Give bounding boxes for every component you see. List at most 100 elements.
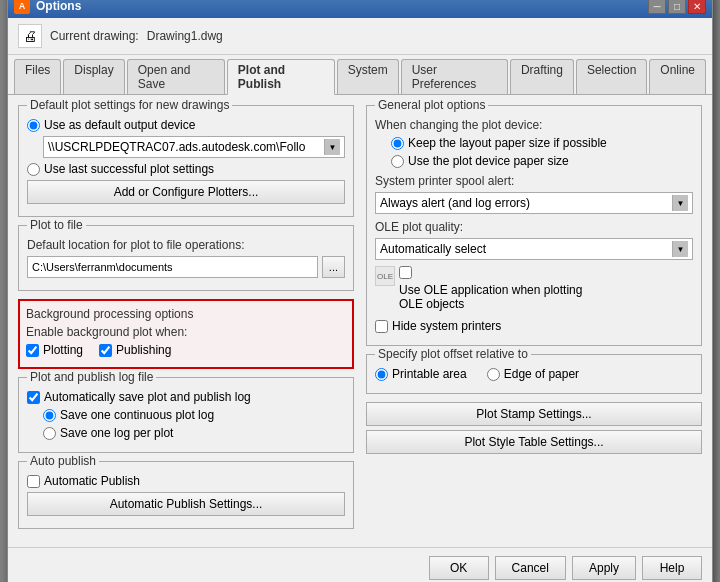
left-panel: Default plot settings for new drawings U… bbox=[18, 105, 354, 537]
plot-to-file-content: Default location for plot to file operat… bbox=[27, 238, 345, 278]
auto-publish-checkbox[interactable] bbox=[27, 475, 40, 488]
title-bar: A Options ─ □ ✕ bbox=[8, 0, 712, 18]
edge-of-paper-row: Edge of paper bbox=[487, 367, 579, 381]
default-location-label: Default location for plot to file operat… bbox=[27, 238, 345, 252]
ole-icon: OLE bbox=[375, 266, 395, 286]
ok-button[interactable]: OK bbox=[429, 556, 489, 580]
use-plot-label: Use the plot device paper size bbox=[408, 154, 569, 168]
general-plot-group: General plot options When changing the p… bbox=[366, 105, 702, 346]
log-file-title: Plot and publish log file bbox=[27, 370, 156, 384]
ole-quality-label: OLE plot quality: bbox=[375, 220, 693, 234]
hide-printers-row: Hide system printers bbox=[375, 319, 693, 333]
ole-quality-arrow: ▼ bbox=[672, 241, 688, 257]
right-buttons: Plot Stamp Settings... Plot Style Table … bbox=[366, 402, 702, 458]
hide-printers-checkbox[interactable] bbox=[375, 320, 388, 333]
title-bar-left: A Options bbox=[14, 0, 81, 14]
edge-of-paper-radio[interactable] bbox=[487, 368, 500, 381]
tab-selection[interactable]: Selection bbox=[576, 59, 647, 94]
general-plot-title: General plot options bbox=[375, 98, 488, 112]
bottom-bar: OK Cancel Apply Help bbox=[8, 547, 712, 582]
use-plot-radio[interactable] bbox=[391, 155, 404, 168]
add-plotters-button[interactable]: Add or Configure Plotters... bbox=[27, 180, 345, 204]
printable-area-row: Printable area bbox=[375, 367, 467, 381]
device-dropdown-arrow: ▼ bbox=[324, 139, 340, 155]
ole-quality-dropdown[interactable]: Automatically select ▼ bbox=[375, 238, 693, 260]
close-button[interactable]: ✕ bbox=[688, 0, 706, 14]
keep-layout-row: Keep the layout paper size if possible bbox=[391, 136, 693, 150]
spool-dropdown[interactable]: Always alert (and log errors) ▼ bbox=[375, 192, 693, 214]
publishing-checkbox[interactable] bbox=[99, 344, 112, 357]
tab-system[interactable]: System bbox=[337, 59, 399, 94]
right-panel: General plot options When changing the p… bbox=[366, 105, 702, 537]
keep-layout-radio[interactable] bbox=[391, 137, 404, 150]
auto-publish-group: Auto publish Automatic Publish Automatic… bbox=[18, 461, 354, 529]
use-plot-row: Use the plot device paper size bbox=[391, 154, 693, 168]
general-plot-content: When changing the plot device: Keep the … bbox=[375, 118, 693, 333]
auto-publish-label: Automatic Publish bbox=[44, 474, 140, 488]
header-bar: 🖨 Current drawing: Drawing1.dwg bbox=[8, 18, 712, 55]
background-processing-group: Background processing options Enable bac… bbox=[18, 299, 354, 369]
use-last-row: Use last successful plot settings bbox=[27, 162, 345, 176]
log-file-group: Plot and publish log file Automatically … bbox=[18, 377, 354, 453]
use-ole-row: OLE Use OLE application when plotting OL… bbox=[375, 266, 693, 315]
plot-stamp-button[interactable]: Plot Stamp Settings... bbox=[366, 402, 702, 426]
tab-files[interactable]: Files bbox=[14, 59, 61, 94]
maximize-button[interactable]: □ bbox=[668, 0, 686, 14]
publishing-label: Publishing bbox=[116, 343, 171, 357]
use-last-radio[interactable] bbox=[27, 163, 40, 176]
auto-save-row: Automatically save plot and publish log bbox=[27, 390, 345, 404]
apply-button[interactable]: Apply bbox=[572, 556, 636, 580]
plotting-checkbox[interactable] bbox=[26, 344, 39, 357]
tab-display[interactable]: Display bbox=[63, 59, 124, 94]
tab-plot-publish[interactable]: Plot and Publish bbox=[227, 59, 335, 95]
main-content: Default plot settings for new drawings U… bbox=[8, 95, 712, 547]
auto-publish-check-row: Automatic Publish bbox=[27, 474, 345, 488]
plotting-check-row: Plotting bbox=[26, 343, 83, 357]
printable-area-radio[interactable] bbox=[375, 368, 388, 381]
location-path-input[interactable]: C:\Users\ferranm\documents bbox=[27, 256, 318, 278]
save-per-row: Save one log per plot bbox=[43, 426, 345, 440]
when-changing-label: When changing the plot device: bbox=[375, 118, 693, 132]
enable-background-label: Enable background plot when: bbox=[26, 325, 346, 339]
edge-of-paper-label: Edge of paper bbox=[504, 367, 579, 381]
auto-publish-settings-button[interactable]: Automatic Publish Settings... bbox=[27, 492, 345, 516]
spool-dropdown-text: Always alert (and log errors) bbox=[380, 196, 672, 210]
plot-style-button[interactable]: Plot Style Table Settings... bbox=[366, 430, 702, 454]
tab-open-save[interactable]: Open and Save bbox=[127, 59, 225, 94]
use-ole-check-row: Use OLE application when plotting OLE ob… bbox=[399, 266, 599, 311]
ole-quality-text: Automatically select bbox=[380, 242, 672, 256]
publishing-check-row: Publishing bbox=[99, 343, 171, 357]
save-per-radio[interactable] bbox=[43, 427, 56, 440]
spool-dropdown-arrow: ▼ bbox=[672, 195, 688, 211]
log-file-content: Automatically save plot and publish log … bbox=[27, 390, 345, 440]
background-title: Background processing options bbox=[26, 307, 346, 321]
save-continuous-radio[interactable] bbox=[43, 409, 56, 422]
device-dropdown-text: \\USCRLPDEQTRAC07.ads.autodesk.com\Follo bbox=[48, 140, 324, 154]
path-row: C:\Users\ferranm\documents ... bbox=[27, 256, 345, 278]
tab-user-preferences[interactable]: User Preferences bbox=[401, 59, 508, 94]
cancel-button[interactable]: Cancel bbox=[495, 556, 566, 580]
drawing-name: Drawing1.dwg bbox=[147, 29, 223, 43]
background-checks: Plotting Publishing bbox=[26, 343, 346, 361]
auto-save-checkbox[interactable] bbox=[27, 391, 40, 404]
use-default-row: Use as default output device bbox=[27, 118, 345, 132]
log-options: Save one continuous plot log Save one lo… bbox=[43, 408, 345, 440]
tab-online[interactable]: Online bbox=[649, 59, 706, 94]
device-dropdown[interactable]: \\USCRLPDEQTRAC07.ads.autodesk.com\Follo… bbox=[43, 136, 345, 158]
tab-bar: Files Display Open and Save Plot and Pub… bbox=[8, 55, 712, 95]
help-button[interactable]: Help bbox=[642, 556, 702, 580]
use-ole-checkbox[interactable] bbox=[399, 266, 412, 279]
drawing-icon: 🖨 bbox=[18, 24, 42, 48]
auto-save-label: Automatically save plot and publish log bbox=[44, 390, 251, 404]
default-plot-title: Default plot settings for new drawings bbox=[27, 98, 232, 112]
window-title: Options bbox=[36, 0, 81, 13]
plot-offset-title: Specify plot offset relative to bbox=[375, 347, 531, 361]
use-default-radio[interactable] bbox=[27, 119, 40, 132]
minimize-button[interactable]: ─ bbox=[648, 0, 666, 14]
plot-to-file-title: Plot to file bbox=[27, 218, 86, 232]
default-plot-content: Use as default output device \\USCRLPDEQ… bbox=[27, 118, 345, 208]
tab-drafting[interactable]: Drafting bbox=[510, 59, 574, 94]
plot-offset-group: Specify plot offset relative to Printabl… bbox=[366, 354, 702, 394]
auto-publish-title: Auto publish bbox=[27, 454, 99, 468]
browse-button[interactable]: ... bbox=[322, 256, 345, 278]
